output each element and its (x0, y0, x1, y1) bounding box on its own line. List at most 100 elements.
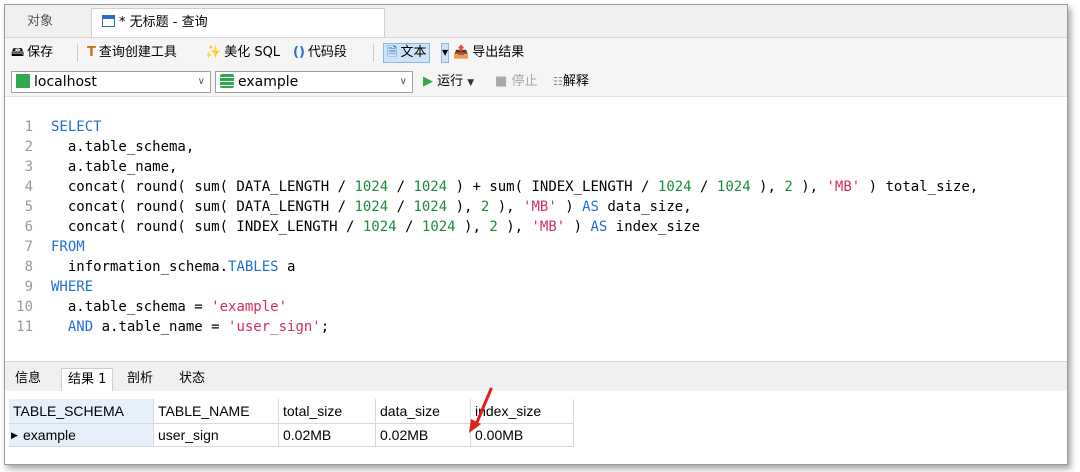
red-arrow-annotation-icon (469, 387, 493, 433)
connection-value: localhost (34, 74, 97, 90)
database-select[interactable]: example ∨ (215, 71, 413, 93)
code-line: 5 concat( round( sum( DATA_LENGTH / 1024… (5, 197, 692, 217)
tab-status[interactable]: 状态 (173, 368, 211, 392)
document-icon: 🗎 (387, 45, 398, 60)
code-line: 6 concat( round( sum( INDEX_LENGTH / 102… (5, 217, 701, 237)
snippet-label: 代码段 (307, 45, 347, 60)
current-row-indicator-icon: ▶ (11, 431, 18, 441)
connection-select[interactable]: localhost ∨ (11, 71, 211, 93)
export-icon: 📤 (453, 45, 470, 60)
code-token: a.table_name = (93, 319, 229, 335)
code-token: index_size (607, 219, 701, 235)
code-token: ), (750, 179, 785, 195)
line-number: 11 (16, 319, 33, 335)
connection-toolbar: localhost ∨ example ∨ ▶ 运行 ▼ ■ 停止 ☷解释 (5, 68, 1067, 97)
code-token: 1024 (716, 179, 751, 195)
code-token: 2 (489, 219, 498, 235)
query-builder-icon: T (87, 45, 96, 60)
run-label: 运行 (437, 74, 464, 89)
connection-icon (16, 74, 30, 88)
tab-query[interactable]: * 无标题 - 查询 (91, 8, 385, 37)
save-icon: 🖴 (11, 45, 25, 60)
tab-query-label: * 无标题 - 查询 (119, 15, 208, 30)
magic-wand-icon: ✨ (205, 45, 222, 60)
code-token: ), (447, 199, 481, 215)
code-token: ) + sum( INDEX_LENGTH / (447, 179, 658, 195)
code-line: 10 a.table_schema = 'example' (5, 297, 287, 317)
toolbar-divider (77, 44, 78, 62)
chevron-down-icon: ∨ (399, 76, 407, 87)
code-token: concat( round( sum( DATA_LENGTH / (51, 179, 355, 195)
export-label: 导出结果 (472, 45, 525, 60)
table-cell[interactable]: example (9, 423, 154, 447)
code-token: 'MB' (531, 219, 566, 235)
code-token: ; (320, 319, 330, 335)
result-grid[interactable]: TABLE_SCHEMA TABLE_NAME total_size data_… (5, 387, 1067, 464)
code-token: TABLES (228, 259, 279, 275)
column-header[interactable]: total_size (278, 399, 376, 424)
code-token: information_schema. (51, 259, 229, 275)
code-token: AS (582, 199, 599, 215)
stop-button[interactable]: ■ 停止 (495, 72, 537, 92)
tab-result-1[interactable]: 结果 1 (61, 368, 114, 392)
save-label: 保存 (27, 45, 54, 60)
tab-info[interactable]: 信息 (9, 368, 47, 392)
line-number: 1 (24, 119, 33, 135)
code-line: 8 information_schema.TABLES a (5, 257, 296, 277)
save-button[interactable]: 🖴 保存 (11, 43, 53, 63)
code-token: ), (792, 179, 827, 195)
code-line: 9 WHERE (5, 277, 94, 297)
code-token: 2 (784, 179, 793, 195)
tab-bar: 对象 * 无标题 - 查询 (5, 5, 1067, 38)
column-header[interactable]: TABLE_SCHEMA (9, 399, 154, 424)
export-results-button[interactable]: 📤 导出结果 (453, 43, 524, 63)
run-button[interactable]: ▶ 运行 ▼ (423, 72, 474, 92)
column-header[interactable]: data_size (375, 399, 471, 424)
text-label: 文本 (400, 45, 427, 60)
code-token: 'user_sign' (228, 319, 321, 335)
code-token: 1024 (354, 179, 389, 195)
query-window: 对象 * 无标题 - 查询 🖴 保存 T 查询创建工具 ✨ 美化 SQL () 代码段 … (4, 4, 1068, 465)
sql-editor[interactable]: 1 SELECT 2 a.table_schema, 3 a.table_name… (5, 117, 1067, 361)
line-number: 7 (24, 239, 33, 255)
code-line: 2 a.table_schema, (5, 137, 195, 157)
column-header[interactable]: TABLE_NAME (153, 399, 279, 424)
result-tabs: 信息 结果 1 剖析 状态 (5, 361, 1067, 392)
code-token: ), (489, 199, 524, 215)
text-dropdown-arrow[interactable]: ▼ (441, 43, 449, 63)
beautify-sql-button[interactable]: ✨ 美化 SQL (205, 43, 280, 63)
code-token: 1024 (354, 199, 389, 215)
table-cell[interactable]: 0.02MB (278, 423, 376, 447)
code-token: ) (556, 199, 583, 215)
code-token: / (388, 179, 414, 195)
code-token: AND (67, 319, 94, 335)
code-token: 1024 (657, 179, 692, 195)
code-token: a.table_schema, (51, 139, 195, 155)
code-token: ) total_size, (860, 179, 979, 195)
code-token: a.table_name, (51, 159, 178, 175)
code-token: 1024 (362, 219, 397, 235)
explain-label: 解释 (562, 74, 589, 89)
tab-profile[interactable]: 剖析 (121, 368, 159, 392)
query-toolbar: 🖴 保存 T 查询创建工具 ✨ 美化 SQL () 代码段 🗎 文本 ▼ 📤 导出结果 (5, 38, 1067, 68)
table-cell[interactable]: user_sign (153, 423, 279, 447)
parentheses-icon: () (293, 45, 305, 60)
explain-button[interactable]: ☷解释 (553, 72, 589, 92)
stop-icon: ■ (495, 74, 508, 89)
code-snippet-button[interactable]: () 代码段 (293, 43, 347, 63)
code-token: / (691, 179, 717, 195)
code-line: 11 AND a.table_name = 'user_sign'; (5, 317, 329, 337)
beautify-label: 美化 SQL (224, 45, 281, 60)
code-token: ), (497, 219, 532, 235)
table-cell[interactable]: 0.02MB (375, 423, 471, 447)
text-output-button[interactable]: 🗎 文本 (383, 43, 431, 63)
code-token: 1024 (421, 219, 456, 235)
stop-label: 停止 (511, 74, 538, 89)
query-builder-button[interactable]: T 查询创建工具 (87, 43, 177, 63)
tab-objects[interactable]: 对象 (17, 8, 63, 37)
code-token: a.table_schema = (51, 299, 212, 315)
line-number: 8 (24, 259, 33, 275)
code-token: a (278, 259, 296, 275)
code-token: FROM (51, 239, 85, 255)
line-number: 6 (24, 219, 33, 235)
